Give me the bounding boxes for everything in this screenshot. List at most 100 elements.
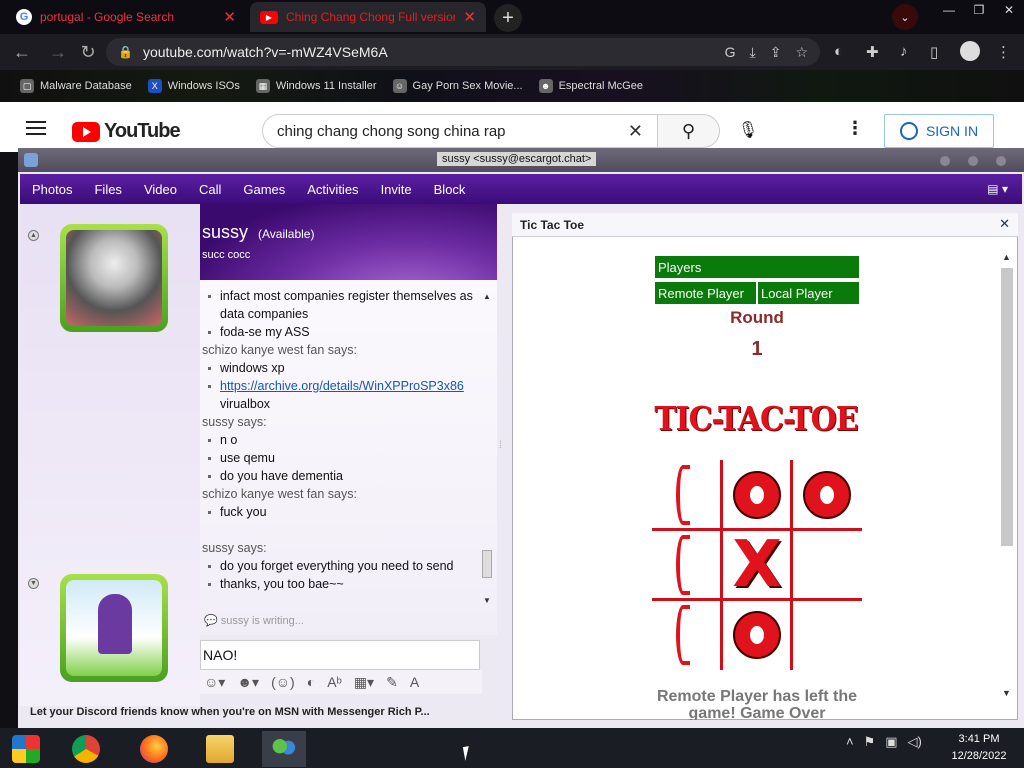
scroll-up-icon[interactable]: ▲ [483,292,491,301]
close-icon[interactable]: ✕ [994,0,1024,20]
msn-title-bar[interactable]: sussy <sussy@escargot.chat> [18,148,1024,172]
board-cell[interactable] [792,460,862,530]
contact-avatar[interactable] [60,224,168,332]
contact-avatar-image [66,230,162,326]
bookmark-star-icon[interactable]: ☆ [795,44,808,61]
start-button[interactable] [4,731,48,767]
scroll-up-icon[interactable]: ▲ [1002,252,1011,262]
microphone-icon[interactable]: 🎙 [734,116,762,144]
show-hidden-icons[interactable]: ˄ [846,734,854,750]
minimize-icon[interactable]: — [934,0,964,20]
side-panel-icon[interactable]: ▯ [930,43,938,61]
background-icon[interactable]: ▦▾ [354,674,374,691]
menu-call[interactable]: Call [199,182,221,197]
voice-clip-icon[interactable]: ◐ [307,674,315,690]
settings-kebab-icon[interactable]: ⋮ [846,118,864,139]
search-input[interactable]: ching chang chong song china rap ✕ [262,114,658,148]
url-text: youtube.com/watch?v=-mWZ4VSeM6A [142,44,388,60]
sign-in-button[interactable]: SIGN IN [884,114,994,148]
menu-block[interactable]: Block [434,182,466,197]
install-app-icon[interactable]: ⤓ [750,44,756,61]
expand-icon[interactable]: ▼ [28,578,39,589]
restore-icon[interactable]: ❐ [964,0,994,20]
menu-files[interactable]: Files [94,182,121,197]
hamburger-menu-icon[interactable] [26,121,46,135]
local-player-button[interactable]: Local Player [758,282,859,304]
pane-splitter-icon[interactable]: ⁞ [499,440,502,451]
rich-presence-ad[interactable]: Let your Discord friends know when you'r… [30,706,500,718]
message-item: infact most companies register themselve… [202,287,477,323]
scrollbar-thumb[interactable] [482,550,492,578]
board-cell[interactable] [652,460,722,530]
tab-search-icon[interactable]: ⌄ [892,4,918,30]
message-input[interactable]: NAO! [200,640,480,670]
board-cell[interactable] [652,530,722,600]
handwriting-icon[interactable]: ✎ [386,674,398,691]
forward-icon[interactable]: → [46,40,70,64]
board-cell[interactable] [652,600,722,670]
tab-google-search[interactable]: G portugal - Google Search ✕ [6,2,246,32]
extensions-puzzle-icon[interactable]: ✚ [866,43,879,61]
scrollbar-thumb[interactable] [1001,268,1013,546]
close-activity-icon[interactable]: ✕ [999,216,1010,232]
share-icon[interactable]: ⇪ [770,44,782,61]
menu-video[interactable]: Video [144,182,177,197]
extension-icon[interactable]: ◐ [834,43,843,60]
nudge-icon[interactable]: (☺) [271,674,295,690]
emoticon-icon[interactable]: ☺▾ [204,674,225,691]
taskbar-chrome[interactable] [64,731,108,767]
menu-kebab-icon[interactable]: ⋮ [996,43,1011,61]
bookmark-item[interactable]: ☻ Espectral McGee [538,79,643,93]
network-icon[interactable]: ▣ [885,734,897,750]
google-lens-icon[interactable]: G [725,44,736,61]
menu-activities[interactable]: Activities [307,182,358,197]
close-icon[interactable] [996,156,1006,166]
wink-icon[interactable]: ☻▾ [237,674,259,691]
reload-icon[interactable]: ↻ [76,40,100,64]
remote-player-button[interactable]: Remote Player [655,282,756,304]
board-cell[interactable] [792,530,862,600]
minimize-icon[interactable] [940,156,950,166]
bookmark-item[interactable]: X Windows ISOs [147,79,240,93]
taskbar-msn[interactable] [262,731,306,767]
new-tab-button[interactable]: + [494,4,522,32]
activity-scrollbar[interactable]: ▲ ▼ [1000,250,1014,706]
close-tab-icon[interactable]: ✕ [463,8,476,26]
message-link[interactable]: https://archive.org/details/WinXPProSP3x… [220,379,464,393]
taskbar-file-explorer[interactable] [198,731,242,767]
scroll-down-icon[interactable]: ▼ [1002,688,1011,698]
youtube-logo[interactable]: YouTube [72,120,181,143]
spellcheck-icon[interactable]: Aᵇ [327,674,342,690]
collapse-icon[interactable]: ▲ [28,230,39,241]
tab-title: Ching Chang Chong Full version (C [286,10,455,24]
board-cell[interactable] [722,600,792,670]
search-button[interactable]: ⚲ [658,114,720,148]
font-icon[interactable]: A [410,674,419,690]
bookmark-item[interactable]: ☺ Gay Porn Sex Movie... [392,79,523,93]
menu-photos[interactable]: Photos [32,182,72,197]
maximize-icon[interactable] [968,156,978,166]
options-menu-icon[interactable]: ▤ ▾ [987,182,1008,196]
bookmark-item[interactable]: ▢ Malware Database [20,79,132,93]
volume-icon[interactable]: ◁) [908,734,922,750]
profile-avatar[interactable] [960,41,980,61]
conversation-scrollbar[interactable]: ▲ ▼ [480,292,494,610]
scroll-down-icon[interactable]: ▼ [483,596,491,605]
conversation-history: infact most companies register themselve… [200,280,497,635]
board-cell[interactable]: X [722,530,792,600]
user-avatar[interactable] [60,574,168,682]
close-tab-icon[interactable]: ✕ [223,8,236,26]
taskbar-firefox[interactable] [132,731,176,767]
menu-invite[interactable]: Invite [381,182,412,197]
tab-youtube[interactable]: ▶ Ching Chang Chong Full version (C ✕ [250,2,486,32]
media-icon[interactable]: ♪ [900,43,908,60]
clock[interactable]: 3:41 PM 12/28/2022 [944,731,1014,765]
board-cell[interactable] [722,460,792,530]
board-cell[interactable] [792,600,862,670]
address-bar[interactable]: 🔒 youtube.com/watch?v=-mWZ4VSeM6A G ⤓ ⇪ … [106,38,820,66]
flag-icon[interactable]: ⚑ [864,734,876,750]
back-icon[interactable]: ← [10,40,34,64]
menu-games[interactable]: Games [243,182,285,197]
clear-search-icon[interactable]: ✕ [628,121,643,142]
bookmark-item[interactable]: ▦ Windows 11 Installer [255,79,377,93]
